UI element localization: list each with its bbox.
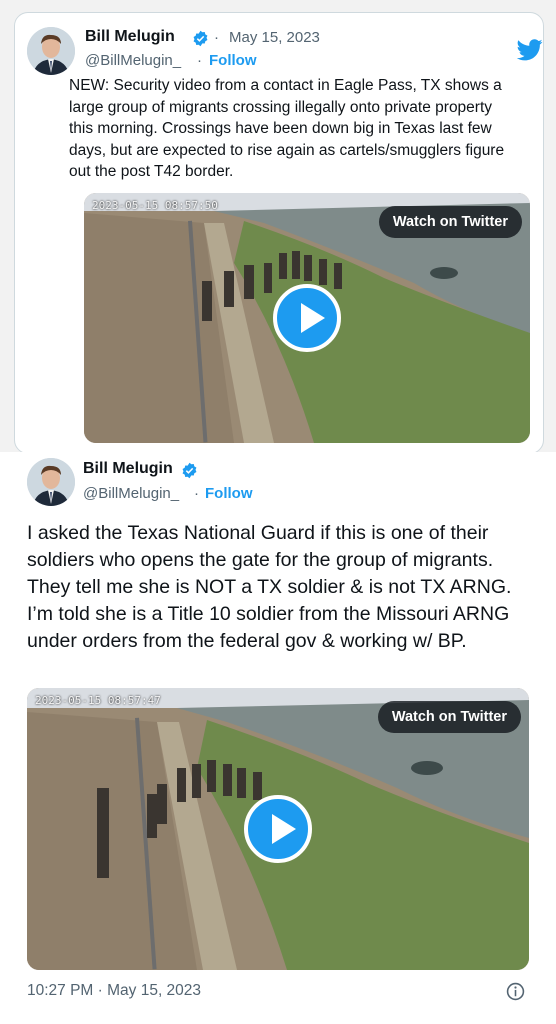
- play-icon[interactable]: [244, 795, 312, 863]
- play-icon[interactable]: [273, 284, 341, 352]
- video-player[interactable]: 2023-05-15 08:57:50 Watch on Twitter: [84, 193, 530, 443]
- follow-button[interactable]: Follow: [209, 52, 257, 69]
- author-name[interactable]: Bill Melugin: [85, 28, 175, 46]
- author-handle[interactable]: @BillMelugin_: [85, 52, 181, 69]
- camera-timestamp: 2023-05-15 08:57:47: [35, 694, 161, 707]
- tweet-text: NEW: Security video from a contact in Ea…: [69, 77, 505, 180]
- watch-on-twitter-button[interactable]: Watch on Twitter: [377, 701, 521, 733]
- handle-separator: ·: [197, 52, 202, 69]
- author-avatar[interactable]: [27, 458, 75, 506]
- author-handle[interactable]: @BillMelugin_: [83, 485, 179, 502]
- author-name[interactable]: Bill Melugin: [83, 460, 173, 478]
- watch-on-twitter-button[interactable]: Watch on Twitter: [378, 206, 522, 238]
- handle-separator: ·: [194, 485, 199, 502]
- tweet-timestamp[interactable]: 10:27 PM · May 15, 2023: [27, 982, 201, 1000]
- screenshot-background: Bill Melugin · May 15, 2023 @BillMelugin…: [0, 0, 556, 1024]
- follow-button[interactable]: Follow: [205, 485, 253, 502]
- camera-timestamp: 2023-05-15 08:57:50: [92, 199, 218, 212]
- video-player[interactable]: 2023-05-15 08:57:47 Watch on Twitter: [27, 688, 529, 970]
- tweet-date[interactable]: May 15, 2023: [229, 29, 320, 46]
- twitter-bird-icon[interactable]: [517, 39, 543, 61]
- tweet-text: I asked the Texas National Guard if this…: [27, 522, 512, 652]
- author-avatar[interactable]: [27, 27, 75, 75]
- quoted-tweet-card[interactable]: Bill Melugin · May 15, 2023 @BillMelugin…: [14, 12, 544, 454]
- info-icon[interactable]: [506, 982, 525, 1001]
- verified-badge-icon: [193, 30, 208, 47]
- date-separator: ·: [214, 29, 219, 46]
- verified-badge-icon: [182, 462, 197, 479]
